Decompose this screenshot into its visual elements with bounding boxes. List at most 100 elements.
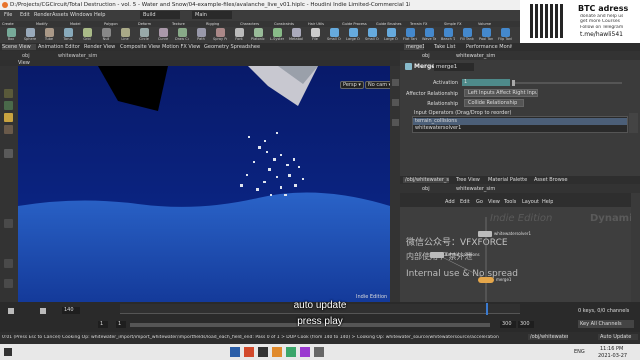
left-pane-tab[interactable]: Composite View — [120, 44, 160, 50]
affector-dropdown[interactable]: Left Inputs Affect Right Inputs — [464, 89, 538, 97]
play-back-button[interactable] — [8, 308, 14, 314]
input-operator-item[interactable]: terrain_collisions — [413, 118, 627, 125]
activation-slider-handle[interactable] — [512, 80, 515, 86]
shelf-tool-label: Small Ocean Swell — [365, 37, 379, 41]
left-pane-tab[interactable]: Animation Editor — [38, 44, 82, 50]
tab-performance-monitor[interactable]: Performance Monitor — [466, 44, 512, 50]
rotate-tool-icon[interactable] — [4, 113, 13, 122]
shelf-tool-icon — [6, 28, 16, 37]
activation-slider[interactable] — [512, 80, 622, 86]
clock-time[interactable]: 11:16 PM — [600, 346, 623, 352]
menu-item-file[interactable]: File — [4, 12, 18, 18]
clock-date[interactable]: 2021-03-27 — [598, 353, 627, 359]
left-pane-tab[interactable]: Motion FX View — [162, 44, 202, 50]
end-frame-field[interactable]: 300 — [518, 321, 534, 328]
taskbar-app-icon[interactable] — [272, 347, 282, 357]
network-tabs: /obj/whitewater_sim Tree View Material P… — [400, 176, 640, 184]
viewer-path-obj[interactable]: obj — [22, 53, 30, 59]
shelf-tool-label: Draw Curve — [175, 37, 189, 41]
node-name-field[interactable]: merge1 — [434, 63, 474, 71]
tab-tree-view[interactable]: Tree View — [456, 177, 480, 183]
tab-asset-browser[interactable]: Asset Browser — [534, 177, 568, 183]
menu-item-render[interactable]: Render — [34, 12, 52, 18]
lighting-icon[interactable] — [392, 99, 399, 106]
network-menu-add[interactable]: Add — [445, 199, 455, 205]
taskbar-app-icon[interactable] — [286, 347, 296, 357]
param-path-node[interactable]: whitewater_sim — [456, 53, 495, 59]
network-path-obj[interactable]: obj — [422, 186, 430, 192]
right-pane: merge1 Take List Performance Monitor obj… — [400, 43, 640, 333]
playhead[interactable] — [486, 303, 488, 315]
display-option-icon[interactable] — [392, 79, 399, 86]
current-frame-field[interactable]: 140 — [62, 307, 80, 314]
menu-item-assets[interactable]: Assets — [52, 12, 70, 18]
start-icon[interactable] — [4, 348, 12, 356]
tab-network-path[interactable]: /obj/whitewater_sim — [403, 177, 449, 183]
scale-tool-icon[interactable] — [4, 125, 13, 134]
shelf-tool-label: Curve — [157, 37, 169, 41]
tab-merge1[interactable]: merge1 — [404, 44, 424, 50]
start-frame-field[interactable]: 1 — [98, 321, 108, 328]
input-operators-list[interactable]: terrain_collisions whitewatersolver1 — [412, 116, 628, 133]
subtitle-line-2: press play — [297, 316, 343, 327]
taskbar-app-icon[interactable] — [244, 347, 254, 357]
taskbar-app-icon[interactable] — [300, 347, 310, 357]
shelf-tool-icon — [462, 28, 472, 37]
pose-tool-icon[interactable] — [4, 219, 13, 228]
network-menu-bar: Add Edit Go View Tools Layout Help — [400, 193, 640, 207]
range-end-field[interactable]: 300 — [500, 321, 516, 328]
network-menu-tools[interactable]: Tools — [504, 199, 516, 205]
left-pane-tab[interactable]: Render View — [84, 44, 118, 50]
desktop-selector[interactable]: Main — [192, 11, 232, 19]
handle-tool-icon[interactable] — [4, 149, 13, 158]
shelf-tool-label: Torus — [63, 37, 73, 41]
btc-title: BTC adress — [578, 4, 629, 13]
build-selector[interactable]: Build — [140, 11, 180, 19]
tab-material-palette[interactable]: Material Palette — [488, 177, 528, 183]
status-obj-path[interactable]: /obj/whitewater_sim — [528, 334, 568, 340]
snap-tool-icon[interactable] — [4, 279, 13, 288]
taskbar-app-icon[interactable] — [230, 347, 240, 357]
shelf-tool-icon — [329, 28, 339, 37]
language-indicator[interactable]: ENG — [574, 349, 585, 355]
viewport-3d[interactable]: Persp ▾ No cam ▾ Indie Edition — [18, 66, 390, 302]
persp-menu[interactable]: Persp ▾ — [340, 81, 364, 89]
shelf-tool-icon — [367, 28, 377, 37]
network-menu-layout[interactable]: Layout — [522, 199, 539, 205]
network-menu-edit[interactable]: Edit — [460, 199, 470, 205]
select-tool-icon[interactable] — [4, 89, 13, 98]
left-pane-tab[interactable]: Scene View — [2, 44, 36, 50]
key-all-channels-button[interactable]: Key All Channels — [578, 320, 634, 328]
network-path-node[interactable]: whitewater_sim — [456, 186, 495, 192]
cam-menu[interactable]: No cam ▾ — [365, 81, 390, 89]
param-path-obj[interactable]: obj — [422, 53, 430, 59]
play-button[interactable] — [40, 308, 46, 314]
network-menu-view[interactable]: View — [488, 199, 500, 205]
viewer-path-node[interactable]: whitewater_sim — [58, 53, 97, 59]
shelf-tool-label: Spray Paint — [213, 37, 227, 41]
network-menu-help[interactable]: Help — [542, 199, 553, 205]
move-tool-icon[interactable] — [4, 101, 13, 110]
auto-update-toggle[interactable]: Auto Update — [598, 334, 638, 340]
range-start-field[interactable]: 1 — [116, 321, 126, 328]
input-operator-item[interactable]: whitewatersolver1 — [413, 125, 627, 132]
shelf-tool-label: Large Ocean Swell — [384, 37, 398, 41]
left-pane-tab[interactable]: Geometry Spreadsheet — [204, 44, 260, 50]
shelf-tool-label: Flip Tank — [498, 37, 512, 41]
network-menu-go[interactable]: Go — [476, 199, 483, 205]
shelf-tool-label: Path — [197, 37, 205, 41]
taskbar-app-icon[interactable] — [258, 347, 268, 357]
btc-link[interactable]: t.me/hawli541 — [580, 31, 623, 39]
view-tool-icon[interactable] — [4, 259, 13, 268]
relationship-dropdown[interactable]: Collide Relationship — [464, 99, 524, 107]
menu-item-windows[interactable]: Windows — [70, 12, 92, 18]
menu-item-help[interactable]: Help — [94, 12, 108, 18]
activation-field[interactable]: 1 — [462, 79, 510, 86]
node-merge1[interactable] — [478, 277, 494, 283]
node-whitewatersolver1[interactable] — [478, 231, 492, 237]
menu-item-edit[interactable]: Edit — [20, 12, 34, 18]
taskbar-app-icon[interactable] — [314, 347, 324, 357]
node-terrain-collisions[interactable] — [430, 252, 444, 258]
visibility-icon[interactable] — [392, 119, 399, 126]
tab-take-list[interactable]: Take List — [434, 44, 462, 50]
